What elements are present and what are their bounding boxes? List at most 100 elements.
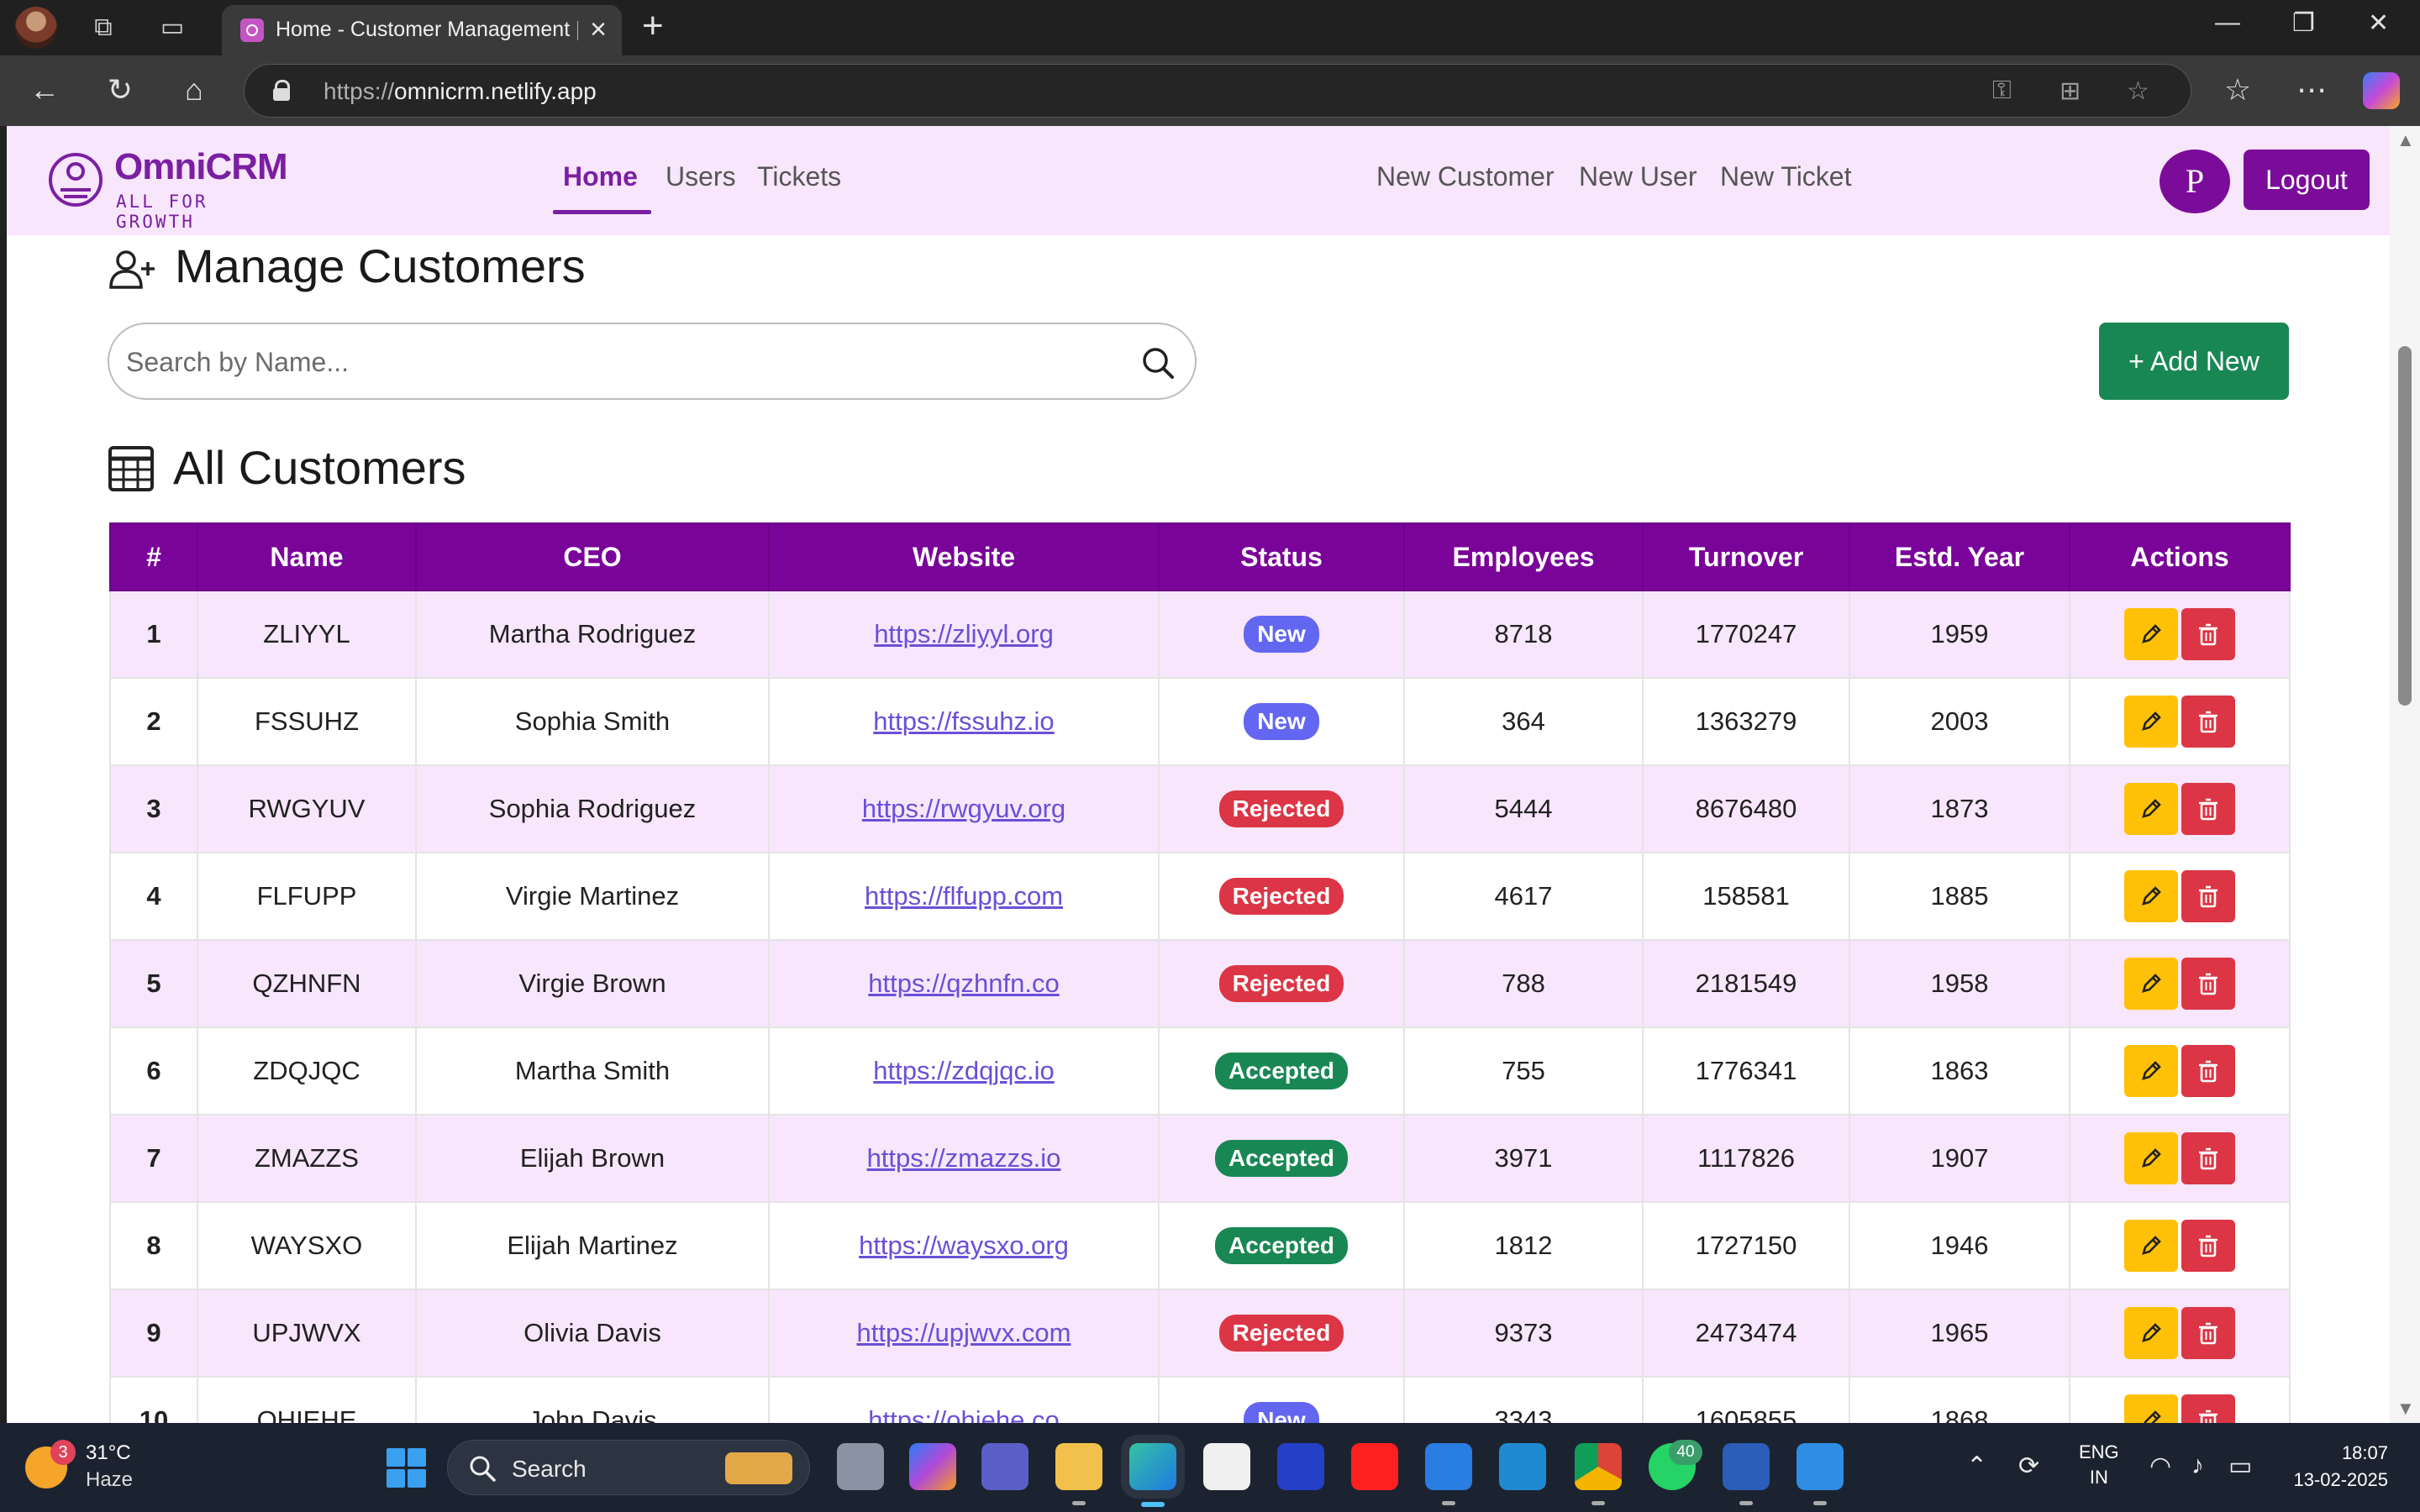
volume-icon[interactable]: ♪ — [2191, 1452, 2204, 1480]
youtube-icon[interactable] — [1351, 1443, 1398, 1490]
word-icon[interactable] — [1723, 1443, 1770, 1505]
delete-button[interactable] — [2181, 1132, 2235, 1184]
minimize-icon[interactable]: — — [2215, 8, 2240, 37]
tray-chevron-icon[interactable]: ⌃ — [1966, 1452, 1987, 1481]
delete-button[interactable] — [2181, 783, 2235, 835]
column-header[interactable]: # — [109, 522, 198, 591]
website-link[interactable]: https://upjwvx.com — [857, 1318, 1071, 1347]
teams-icon[interactable] — [981, 1443, 1028, 1490]
website-link[interactable]: https://zdqjqc.io — [873, 1056, 1054, 1085]
customer-search-box[interactable] — [108, 323, 1197, 400]
website-link[interactable]: https://ohiehe.co — [868, 1405, 1060, 1423]
table-row: 2 FSSUHZ Sophia Smith https://fssuhz.io New 3… — [109, 677, 2291, 766]
edge-browser-icon[interactable] — [1129, 1443, 1176, 1507]
app-icon[interactable] — [1277, 1443, 1324, 1490]
column-header[interactable]: Estd. Year — [1849, 522, 2070, 591]
nav-tickets[interactable]: Tickets — [757, 161, 841, 192]
favorites-icon[interactable]: ☆ — [2218, 71, 2257, 109]
edit-button[interactable] — [2124, 696, 2178, 748]
tab-close-icon[interactable]: × — [590, 13, 607, 46]
system-clock[interactable]: 18:07 13-02-2025 — [2284, 1440, 2388, 1494]
table-header-row: # Name CEO Website Status Employees Turn… — [109, 522, 2291, 591]
edit-button[interactable] — [2124, 608, 2178, 660]
new-tab-icon[interactable]: + — [642, 5, 664, 47]
taskbar-search[interactable]: Search — [447, 1440, 810, 1495]
page-scrollbar[interactable]: ▲ ▼ — [2390, 126, 2420, 1423]
restore-icon[interactable]: ❐ — [2292, 8, 2315, 38]
nav-new-user[interactable]: New User — [1579, 161, 1697, 192]
delete-button[interactable] — [2181, 870, 2235, 922]
column-header[interactable]: Turnover — [1642, 522, 1850, 591]
nav-users[interactable]: Users — [666, 161, 736, 192]
edit-button[interactable] — [2124, 783, 2178, 835]
edit-button[interactable] — [2124, 1132, 2178, 1184]
nav-new-ticket[interactable]: New Ticket — [1720, 161, 1851, 192]
chrome-icon[interactable] — [1575, 1443, 1622, 1505]
back-icon[interactable]: ← — [25, 71, 64, 109]
customer-search-input[interactable] — [126, 341, 1101, 383]
vscode-icon[interactable] — [1499, 1443, 1546, 1490]
delete-button[interactable] — [2181, 696, 2235, 748]
edit-button[interactable] — [2124, 870, 2178, 922]
file-explorer-icon[interactable] — [1055, 1443, 1102, 1505]
delete-button[interactable] — [2181, 1045, 2235, 1097]
start-menu-icon[interactable] — [387, 1448, 427, 1488]
tab-actions-icon[interactable]: ▭ — [156, 12, 188, 44]
add-new-customer-button[interactable]: + Add New — [2099, 323, 2289, 400]
search-icon[interactable] — [1141, 346, 1175, 380]
website-link[interactable]: https://qzhnfn.co — [868, 969, 1059, 998]
website-link[interactable]: https://fssuhz.io — [873, 706, 1054, 736]
edit-button[interactable] — [2124, 1045, 2178, 1097]
column-header[interactable]: CEO — [415, 522, 770, 591]
language-indicator[interactable]: ENG IN — [2079, 1440, 2119, 1490]
edit-button[interactable] — [2124, 1220, 2178, 1272]
lock-icon[interactable] — [273, 80, 290, 101]
task-view-icon[interactable] — [837, 1443, 884, 1490]
website-link[interactable]: https://flfupp.com — [865, 881, 1063, 911]
scrollbar-thumb[interactable] — [2398, 346, 2412, 706]
browser-tab-active[interactable]: Home - Customer Management | × — [222, 5, 622, 55]
scroll-down-icon[interactable]: ▼ — [2396, 1398, 2415, 1420]
delete-button[interactable] — [2181, 608, 2235, 660]
refresh-icon[interactable]: ↻ — [101, 71, 139, 109]
copilot-icon[interactable] — [2363, 72, 2400, 109]
firefox-icon[interactable] — [1425, 1443, 1472, 1505]
delete-button[interactable] — [2181, 958, 2235, 1010]
column-header[interactable]: Status — [1158, 522, 1405, 591]
delete-button[interactable] — [2181, 1220, 2235, 1272]
cell-actions — [2069, 1114, 2291, 1203]
app-install-icon[interactable]: ⊞ — [2060, 76, 2081, 106]
column-header[interactable]: Name — [197, 522, 417, 591]
website-link[interactable]: https://zliyyl.org — [874, 619, 1054, 648]
delete-button[interactable] — [2181, 1394, 2235, 1423]
website-link[interactable]: https://waysxo.org — [859, 1231, 1069, 1260]
edit-button[interactable] — [2124, 1307, 2178, 1359]
website-link[interactable]: https://zmazzs.io — [867, 1143, 1061, 1173]
sync-icon[interactable]: ⟳ — [2018, 1452, 2039, 1481]
password-key-icon[interactable]: ⚿ — [1992, 76, 2012, 105]
workspaces-icon[interactable]: ⧉ — [87, 12, 119, 44]
nav-new-customer[interactable]: New Customer — [1376, 161, 1555, 192]
nav-home[interactable]: Home — [553, 161, 651, 214]
user-avatar[interactable]: P — [2160, 150, 2230, 213]
logout-button[interactable]: Logout — [2244, 150, 2370, 210]
column-header[interactable]: Employees — [1403, 522, 1644, 591]
edit-button[interactable] — [2124, 958, 2178, 1010]
browser-profile-avatar[interactable] — [15, 7, 57, 49]
home-icon[interactable]: ⌂ — [175, 71, 213, 109]
brand-logo[interactable]: OmniCRM ALL FOR GROWTH — [47, 141, 291, 232]
column-header[interactable]: Website — [768, 522, 1160, 591]
scroll-up-icon[interactable]: ▲ — [2396, 129, 2415, 151]
edit-button[interactable] — [2124, 1394, 2178, 1423]
delete-button[interactable] — [2181, 1307, 2235, 1359]
address-bar[interactable]: https://omnicrm.netlify.app ⚿ ⊞ ☆ — [244, 64, 2191, 118]
wifi-icon[interactable]: ◠ — [2149, 1452, 2171, 1481]
website-link[interactable]: https://rwgyuv.org — [862, 794, 1065, 823]
battery-icon[interactable]: ▭ — [2228, 1452, 2252, 1481]
copilot-app-icon[interactable] — [909, 1443, 956, 1490]
window-close-icon[interactable]: ✕ — [2368, 8, 2389, 38]
photos-icon[interactable] — [1797, 1443, 1844, 1505]
favorite-star-icon[interactable]: ☆ — [2127, 76, 2149, 106]
microsoft-store-icon[interactable] — [1203, 1443, 1250, 1490]
more-menu-icon[interactable]: ⋯ — [2292, 71, 2331, 109]
